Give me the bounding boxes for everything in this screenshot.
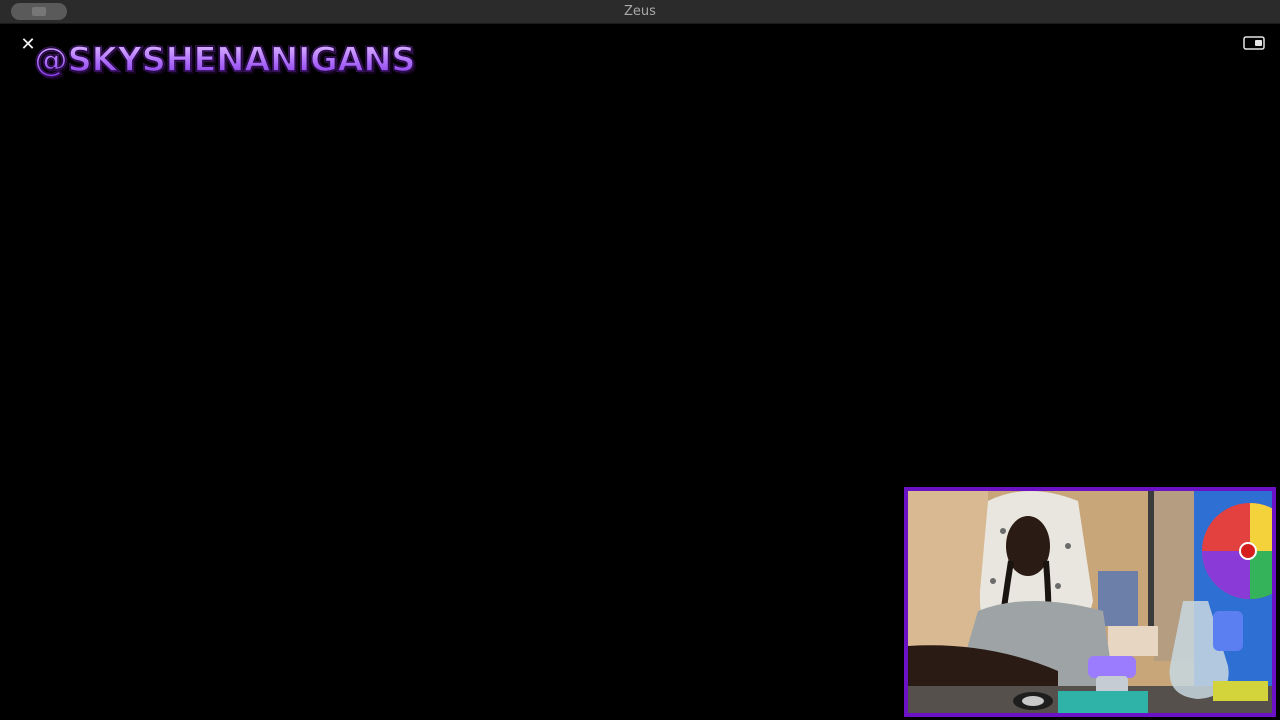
webcam-image	[908, 491, 1272, 713]
webcam-overlay	[904, 487, 1276, 717]
window-title: Zeus	[624, 4, 656, 19]
picture-in-picture-icon	[1243, 36, 1265, 50]
streamer-handle-overlay: @SKYSHENANIGANS	[33, 39, 416, 81]
picture-in-picture-button[interactable]	[1242, 35, 1266, 51]
window-titlebar[interactable]: Zeus	[0, 0, 1280, 24]
